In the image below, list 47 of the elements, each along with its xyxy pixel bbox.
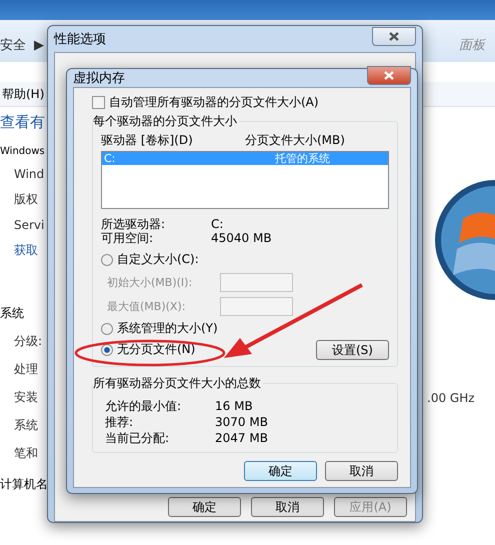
info-text: 版权 bbox=[14, 191, 39, 208]
processor-speed: .00 GHz bbox=[427, 391, 475, 405]
column-header: 分页文件大小(MB) bbox=[245, 132, 346, 149]
info-label: 系统 bbox=[14, 417, 39, 434]
breadcrumb[interactable]: 安全 bbox=[0, 36, 26, 54]
column-header: 驱动器 [卷标](D) bbox=[101, 132, 194, 149]
info-value: 45040 MB bbox=[211, 231, 273, 245]
info-value: 2047 MB bbox=[215, 430, 269, 446]
section-label: 计算机名 bbox=[0, 476, 49, 493]
section-label: 系统 bbox=[0, 305, 25, 322]
close-button[interactable] bbox=[372, 26, 416, 46]
info-label: 推荐: bbox=[105, 414, 134, 430]
menu-item[interactable]: 帮助(H) bbox=[0, 86, 44, 102]
group-title: 每个驱动器的分页文件大小 bbox=[93, 113, 239, 130]
info-label: 允许的最小值: bbox=[105, 398, 182, 414]
field-label: 最大值(MB)(X): bbox=[107, 298, 186, 314]
dialog-button[interactable]: 确定 bbox=[168, 497, 241, 517]
info-text: Wind bbox=[14, 167, 46, 181]
radio-option[interactable]: 无分页文件(N) bbox=[101, 339, 293, 360]
info-label: 分级: bbox=[14, 333, 44, 350]
field-label: 初始大小(MB)(I): bbox=[107, 274, 192, 290]
info-text: Servi bbox=[14, 218, 46, 232]
group-title: 所有驱动器分页文件大小的总数 bbox=[93, 375, 263, 392]
auto-manage-checkbox[interactable]: 自动管理所有驱动器的分页文件大小(A) bbox=[92, 94, 398, 111]
info-label: 可用空间: bbox=[101, 231, 154, 245]
dialog-button[interactable]: 取消 bbox=[325, 461, 398, 481]
info-label: 所选驱动器: bbox=[101, 217, 166, 231]
radio-option[interactable]: 自定义大小(C): bbox=[101, 249, 293, 270]
radio-option[interactable]: 系统管理的大小(Y) bbox=[101, 318, 293, 339]
window-title: 性能选项 bbox=[54, 31, 106, 48]
dialog-button[interactable]: 取消 bbox=[251, 497, 324, 517]
info-value: 3070 MB bbox=[215, 414, 269, 430]
info-label: 安装 bbox=[14, 389, 39, 406]
info-label: 处理 bbox=[14, 361, 39, 378]
set-button[interactable]: 设置(S) bbox=[316, 340, 389, 360]
close-icon bbox=[384, 70, 394, 80]
page-heading: 查看有 bbox=[0, 113, 46, 132]
info-value: 16 MB bbox=[215, 398, 254, 414]
dialog-button[interactable]: 确定 bbox=[244, 461, 317, 481]
window-title: 虚拟内存 bbox=[73, 70, 125, 87]
info-value: C: bbox=[211, 217, 224, 231]
breadcrumb[interactable]: ▶ bbox=[34, 38, 44, 52]
info-label: 笔和 bbox=[14, 445, 39, 462]
info-label: 当前已分配: bbox=[105, 430, 170, 446]
close-icon bbox=[389, 32, 399, 40]
section-label: Windows bbox=[0, 146, 46, 157]
close-button[interactable] bbox=[367, 66, 411, 84]
